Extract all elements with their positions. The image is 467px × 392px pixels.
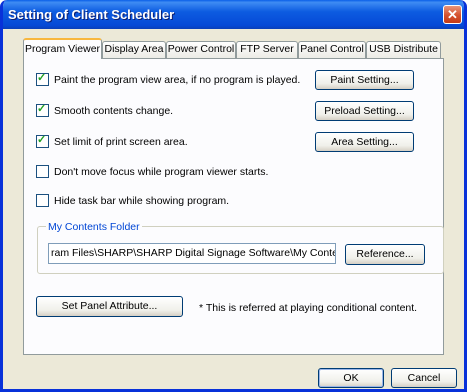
tab-label: Panel Control [300, 43, 364, 55]
close-icon: ✕ [447, 7, 458, 22]
checkbox-box: ✓ [36, 103, 49, 117]
checkbox-box: ✓ [36, 134, 49, 148]
tab-label: USB Distribute [369, 43, 438, 55]
tab-power-control[interactable]: Power Control [166, 41, 236, 58]
checkbox-label: Smooth contents change. [54, 104, 174, 117]
tab-label: Program Viewer [24, 43, 101, 55]
check-mark-icon: ✓ [37, 103, 47, 115]
button-label: Cancel [407, 372, 441, 384]
contents-folder-legend: My Contents Folder [46, 221, 142, 233]
conditional-content-note: * This is referred at playing conditiona… [199, 302, 418, 314]
checkbox-label: Hide task bar while showing program. [54, 194, 230, 207]
reference-button[interactable]: Reference... [345, 244, 425, 265]
paint-view-area-checkbox[interactable]: ✓ Paint the program view area, if no pro… [36, 72, 301, 86]
button-label: Reference... [356, 248, 414, 260]
close-button[interactable]: ✕ [443, 5, 462, 24]
tab-label: Display Area [104, 43, 164, 55]
set-panel-attribute-button[interactable]: Set Panel Attribute... [36, 296, 183, 317]
button-label: Preload Setting... [324, 105, 405, 117]
check-mark-icon: ✓ [37, 72, 47, 84]
button-label: OK [343, 372, 359, 384]
ok-button[interactable]: OK [318, 368, 384, 388]
window-title: Setting of Client Scheduler [8, 7, 175, 22]
tab-panel-control[interactable]: Panel Control [298, 41, 366, 58]
title-bar[interactable]: Setting of Client Scheduler ✕ [3, 0, 464, 29]
path-value: ram Files\SHARP\SHARP Digital Signage So… [51, 247, 336, 259]
checkbox-label: Paint the program view area, if no progr… [54, 73, 301, 86]
check-mark-icon: ✓ [37, 134, 47, 146]
preload-setting-button[interactable]: Preload Setting... [315, 101, 414, 121]
tab-label: Power Control [167, 43, 235, 55]
print-screen-limit-checkbox[interactable]: ✓ Set limit of print screen area. [36, 134, 188, 148]
button-label: Paint Setting... [330, 74, 399, 86]
tab-display-area[interactable]: Display Area [102, 41, 166, 58]
paint-setting-button[interactable]: Paint Setting... [315, 70, 414, 90]
area-setting-button[interactable]: Area Setting... [315, 132, 414, 152]
tab-usb-distribute[interactable]: USB Distribute [366, 41, 441, 58]
smooth-contents-checkbox[interactable]: ✓ Smooth contents change. [36, 103, 174, 117]
cancel-button[interactable]: Cancel [391, 368, 457, 388]
tab-program-viewer[interactable]: Program Viewer [23, 38, 102, 59]
tab-ftp-server[interactable]: FTP Server [236, 41, 298, 58]
checkbox-box [36, 194, 49, 207]
dont-move-focus-checkbox[interactable]: Don't move focus while program viewer st… [36, 165, 268, 178]
hide-taskbar-checkbox[interactable]: Hide task bar while showing program. [36, 194, 229, 207]
checkbox-box [36, 165, 49, 178]
button-label: Area Setting... [331, 136, 398, 148]
checkbox-label: Set limit of print screen area. [54, 135, 188, 148]
checkbox-label: Don't move focus while program viewer st… [54, 165, 269, 178]
button-label: Set Panel Attribute... [61, 300, 158, 312]
contents-folder-path-input[interactable]: ram Files\SHARP\SHARP Digital Signage So… [48, 243, 336, 264]
checkbox-box: ✓ [36, 72, 49, 86]
tab-label: FTP Server [240, 43, 294, 55]
